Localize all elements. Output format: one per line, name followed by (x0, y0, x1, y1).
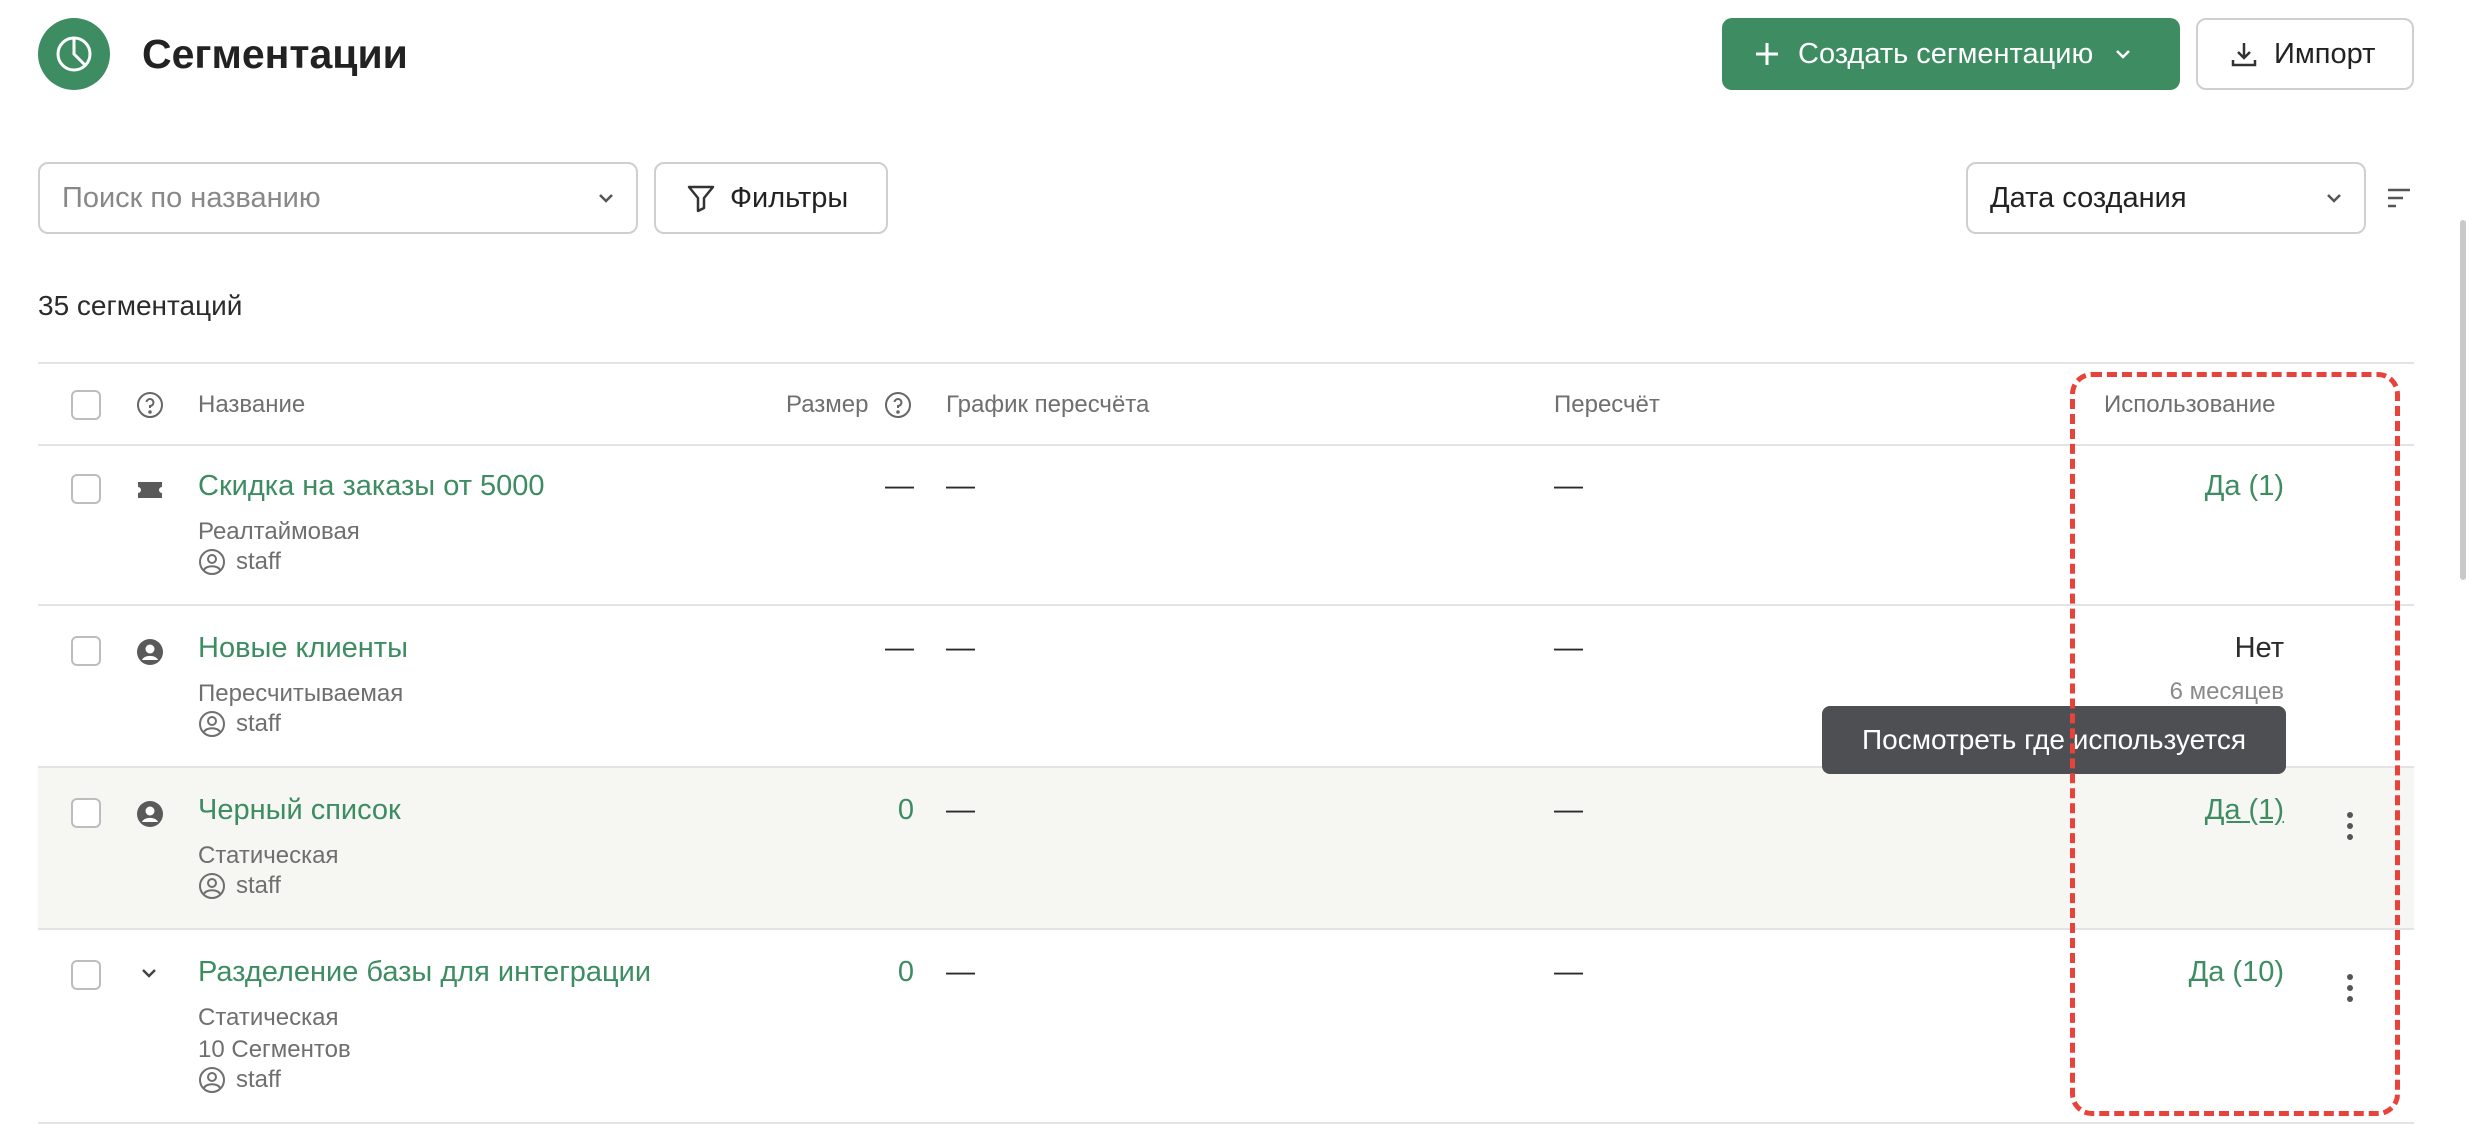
plus-icon (1756, 43, 1778, 65)
row-divider (38, 928, 2414, 930)
user-circle-icon (199, 873, 225, 899)
sort-select[interactable]: Дата создания (1966, 162, 2366, 234)
filters-button[interactable]: Фильтры (654, 162, 888, 234)
import-label: Импорт (2274, 37, 2376, 70)
user-icon (136, 638, 164, 671)
help-icon[interactable] (136, 391, 164, 424)
row-checkbox[interactable] (71, 474, 101, 504)
header-divider (38, 444, 2414, 446)
scrollbar[interactable] (2460, 220, 2466, 580)
chevron-down-icon (599, 194, 613, 203)
ticket-icon (136, 476, 164, 509)
segmentation-owner: staff (198, 710, 281, 738)
row-checkbox[interactable] (71, 798, 101, 828)
user-icon (136, 800, 164, 833)
segmentation-logo-icon (38, 18, 110, 90)
column-header-recalc[interactable]: Пересчёт (1554, 390, 1660, 420)
segmentation-count: 35 сегментаций (38, 290, 243, 321)
search-input[interactable]: Поиск по названию (38, 162, 638, 234)
schedule-value: — (946, 470, 975, 502)
usage-column-highlight (2070, 372, 2400, 1116)
create-segmentation-label: Создать сегментацию (1798, 37, 2094, 70)
user-circle-icon (199, 711, 225, 737)
sort-value: Дата создания (1990, 181, 2187, 214)
table-top-divider (38, 362, 2414, 364)
column-header-name[interactable]: Название (198, 390, 305, 420)
segmentation-name-link[interactable]: Черный список (198, 794, 401, 827)
segmentation-type: Статическая (198, 1004, 339, 1031)
page-title: Сегментации (142, 31, 408, 77)
chevron-down-icon (2327, 194, 2341, 203)
segmentation-owner: staff (198, 1066, 281, 1094)
segmentation-owner: staff (198, 872, 281, 900)
create-segmentation-button[interactable]: Создать сегментацию (1722, 18, 2180, 90)
select-all-checkbox[interactable] (71, 390, 101, 420)
segmentation-name-link[interactable]: Разделение базы для интеграции (198, 956, 651, 989)
filters-label: Фильтры (730, 181, 849, 214)
size-value: — (885, 632, 914, 664)
schedule-value: — (946, 632, 975, 664)
schedule-value: — (946, 956, 975, 988)
segmentation-type: Пересчитываемая (198, 680, 404, 707)
segmentation-name-link[interactable]: Новые клиенты (198, 632, 408, 665)
sort-order-icon[interactable] (2386, 186, 2412, 210)
size-help-icon[interactable] (884, 391, 912, 424)
chevron-down-icon (2115, 49, 2131, 59)
user-circle-icon (199, 1067, 225, 1093)
segment-count: 10 Сегментов (198, 1036, 351, 1063)
size-value: — (885, 470, 914, 502)
recalc-value: — (1554, 956, 1583, 988)
search-placeholder: Поиск по названию (62, 181, 321, 214)
segmentation-owner: staff (198, 548, 281, 576)
hovered-row-background (38, 768, 2414, 928)
segmentation-type: Реалтаймовая (198, 518, 360, 545)
column-header-size[interactable]: Размер (786, 390, 869, 420)
row-checkbox[interactable] (71, 636, 101, 666)
import-button[interactable]: Импорт (2196, 18, 2414, 90)
filter-icon (687, 185, 715, 213)
schedule-value: — (946, 794, 975, 826)
segmentation-name-link[interactable]: Скидка на заказы от 5000 (198, 470, 545, 503)
column-header-schedule[interactable]: График пересчёта (946, 390, 1149, 420)
row-divider (38, 604, 2414, 606)
chevron-down-icon[interactable] (140, 966, 158, 984)
size-value[interactable]: 0 (866, 956, 914, 989)
recalc-value: — (1554, 794, 1583, 826)
recalc-value: — (1554, 632, 1583, 664)
recalc-value: — (1554, 470, 1583, 502)
user-circle-icon (199, 549, 225, 575)
download-icon (2231, 43, 2257, 67)
row-checkbox[interactable] (71, 960, 101, 990)
size-value[interactable]: 0 (866, 794, 914, 827)
segmentation-type: Статическая (198, 842, 339, 869)
